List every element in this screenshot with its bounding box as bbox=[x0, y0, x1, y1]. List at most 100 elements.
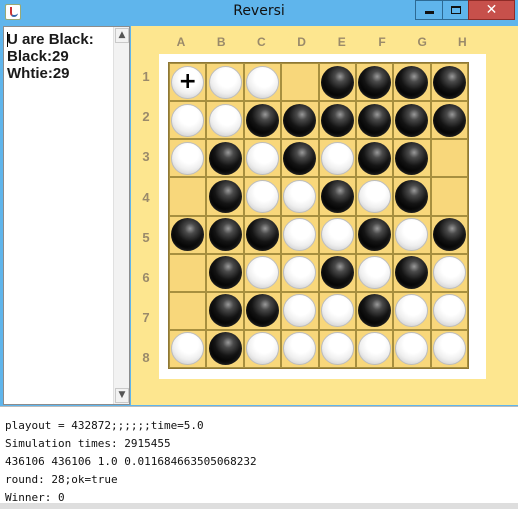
board-cell-g3[interactable] bbox=[393, 139, 431, 178]
board-cell-d1[interactable] bbox=[281, 63, 319, 102]
board-frame: + bbox=[159, 54, 486, 379]
board-cell-h4[interactable] bbox=[430, 177, 468, 216]
board-cell-c5[interactable] bbox=[243, 215, 282, 254]
column-label-h: H bbox=[458, 35, 467, 49]
board-cell-a5[interactable] bbox=[169, 215, 207, 254]
row-label-5: 5 bbox=[142, 229, 150, 245]
board-cell-d3[interactable] bbox=[281, 139, 319, 178]
board-cell-g4[interactable] bbox=[393, 177, 431, 216]
board-cell-c3[interactable] bbox=[243, 139, 282, 178]
black-disc bbox=[171, 218, 205, 252]
board-cell-e6[interactable] bbox=[318, 253, 356, 292]
board-cell-e8[interactable] bbox=[318, 329, 356, 368]
board-cell-e7[interactable] bbox=[318, 291, 356, 330]
board-cell-f5[interactable] bbox=[355, 215, 394, 254]
maximize-button[interactable] bbox=[442, 0, 468, 20]
board-cell-g8[interactable] bbox=[393, 329, 431, 368]
board-cell-a3[interactable] bbox=[169, 139, 207, 178]
black-disc bbox=[358, 218, 392, 252]
board-cell-g2[interactable] bbox=[393, 101, 431, 140]
column-label-f: F bbox=[378, 35, 386, 49]
board-area: A B C D E F G H 1 2 3 4 5 6 7 8 + bbox=[131, 26, 518, 405]
board-cell-h3[interactable] bbox=[430, 139, 468, 178]
white-disc bbox=[432, 332, 466, 366]
scroll-down-icon[interactable]: ▼ bbox=[115, 388, 129, 403]
board-cell-b7[interactable] bbox=[206, 291, 244, 330]
board-cell-h6[interactable] bbox=[430, 253, 468, 292]
white-disc bbox=[432, 294, 466, 328]
title-bar[interactable]: Reversi ✕ bbox=[0, 0, 518, 25]
close-icon: ✕ bbox=[485, 2, 498, 18]
board-cell-c7[interactable] bbox=[243, 291, 282, 330]
board-cell-f8[interactable] bbox=[355, 329, 394, 368]
white-disc bbox=[208, 65, 242, 99]
board-cell-b4[interactable] bbox=[206, 177, 244, 216]
board-cell-e5[interactable] bbox=[318, 215, 356, 254]
close-button[interactable]: ✕ bbox=[468, 0, 515, 20]
console-line: 436106 436106 1.0 0.011684663505068232 bbox=[5, 455, 257, 468]
black-disc bbox=[208, 218, 242, 252]
black-disc bbox=[283, 103, 317, 137]
board-cell-c1[interactable] bbox=[243, 63, 282, 102]
board-cell-c6[interactable] bbox=[243, 253, 282, 292]
scroll-up-icon[interactable]: ▲ bbox=[115, 28, 129, 43]
board-cell-g1[interactable] bbox=[393, 63, 431, 102]
board-cell-e3[interactable] bbox=[318, 139, 356, 178]
game-board[interactable]: + bbox=[168, 62, 469, 369]
board-cell-g5[interactable] bbox=[393, 215, 431, 254]
app-window: Reversi ✕ U are Black: Black:29 Whtie:29… bbox=[0, 0, 518, 509]
white-disc bbox=[208, 103, 242, 137]
vertical-scrollbar[interactable]: ▲ ▼ bbox=[113, 27, 129, 404]
board-cell-e2[interactable] bbox=[318, 101, 356, 140]
board-cell-d7[interactable] bbox=[281, 291, 319, 330]
board-cell-f6[interactable] bbox=[355, 253, 394, 292]
board-cell-d4[interactable] bbox=[281, 177, 319, 216]
board-cell-b2[interactable] bbox=[206, 101, 244, 140]
board-cell-c4[interactable] bbox=[243, 177, 282, 216]
console-output[interactable]: playout = 432872;;;;;;time=5.0 Simulation… bbox=[0, 406, 518, 509]
board-cell-h7[interactable] bbox=[430, 291, 468, 330]
board-cell-b3[interactable] bbox=[206, 139, 244, 178]
horizontal-scrollbar[interactable] bbox=[0, 503, 518, 509]
board-cell-f4[interactable] bbox=[355, 177, 394, 216]
board-cell-d2[interactable] bbox=[281, 101, 319, 140]
console-line: round: 28;ok=true bbox=[5, 473, 118, 486]
board-cell-b8[interactable] bbox=[206, 329, 244, 368]
board-cell-g6[interactable] bbox=[393, 253, 431, 292]
board-cell-d5[interactable] bbox=[281, 215, 319, 254]
board-cell-f3[interactable] bbox=[355, 139, 394, 178]
board-cell-a1[interactable]: + bbox=[169, 63, 207, 102]
white-disc bbox=[245, 65, 279, 99]
board-cell-b5[interactable] bbox=[206, 215, 244, 254]
board-cell-d6[interactable] bbox=[281, 253, 319, 292]
board-cell-a7[interactable] bbox=[169, 291, 207, 330]
black-disc bbox=[208, 179, 242, 213]
white-disc bbox=[171, 141, 205, 175]
board-cell-e1[interactable] bbox=[318, 63, 356, 102]
black-disc bbox=[358, 65, 392, 99]
board-cell-h2[interactable] bbox=[430, 101, 468, 140]
board-cell-a8[interactable] bbox=[169, 329, 207, 368]
board-cell-d8[interactable] bbox=[281, 329, 319, 368]
black-disc bbox=[320, 179, 354, 213]
board-cell-h5[interactable] bbox=[430, 215, 468, 254]
board-cell-f7[interactable] bbox=[355, 291, 394, 330]
board-cell-f1[interactable] bbox=[355, 63, 394, 102]
info-text-area[interactable]: U are Black: Black:29 Whtie:29 ▲ ▼ bbox=[3, 26, 130, 405]
board-cell-h1[interactable] bbox=[430, 63, 468, 102]
board-cell-h8[interactable] bbox=[430, 329, 468, 368]
white-disc bbox=[395, 218, 429, 252]
board-cell-b6[interactable] bbox=[206, 253, 244, 292]
board-cell-b1[interactable] bbox=[206, 63, 244, 102]
board-cell-e4[interactable] bbox=[318, 177, 356, 216]
board-cell-a6[interactable] bbox=[169, 253, 207, 292]
board-cell-a4[interactable] bbox=[169, 177, 207, 216]
column-label-b: B bbox=[216, 35, 226, 49]
row-label-1: 1 bbox=[142, 69, 150, 84]
board-cell-c8[interactable] bbox=[243, 329, 282, 368]
board-cell-f2[interactable] bbox=[355, 101, 394, 140]
board-cell-g7[interactable] bbox=[393, 291, 431, 330]
minimize-button[interactable] bbox=[415, 0, 442, 20]
board-cell-a2[interactable] bbox=[169, 101, 207, 140]
board-cell-c2[interactable] bbox=[243, 101, 282, 140]
